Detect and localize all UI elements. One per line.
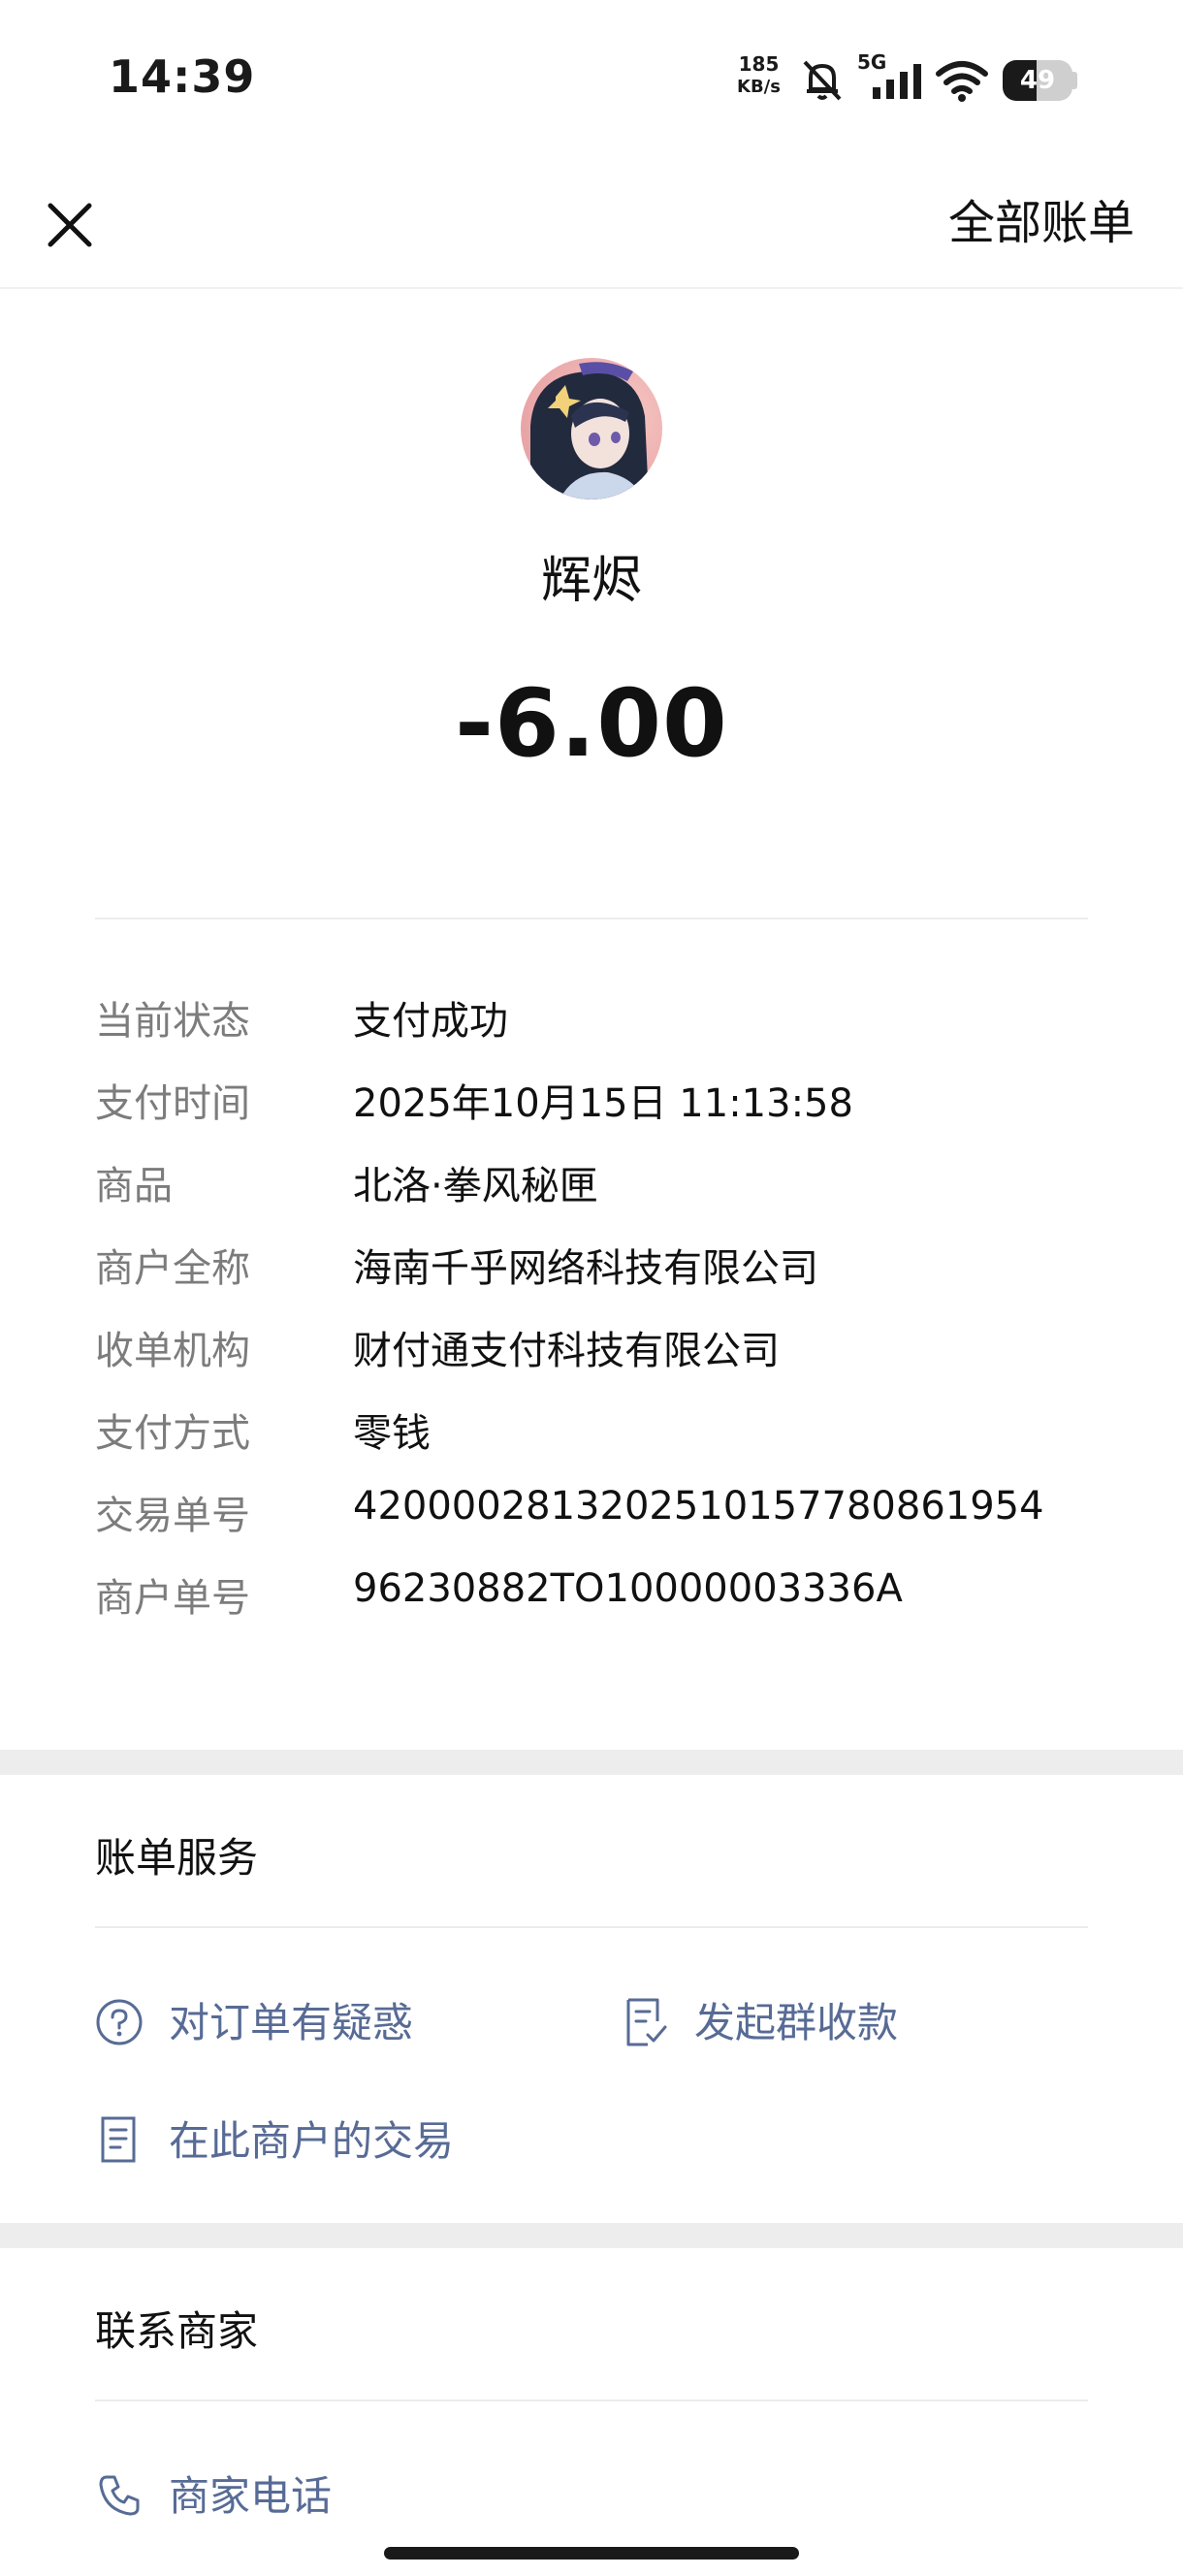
home-indicator[interactable] [384, 2547, 799, 2560]
service-merchant-transactions[interactable]: 在此商户的交易 [95, 2109, 638, 2171]
merchant-phone-link[interactable]: 商家电话 [95, 2463, 580, 2526]
divider [95, 1926, 1088, 1928]
detail-label: 支付方式 [95, 1411, 250, 1456]
detail-row-status: 当前状态 支付成功 [95, 989, 1088, 1072]
section-separator [0, 2223, 1183, 2248]
detail-row-merchant: 商户全称 海南千乎网络科技有限公司 [95, 1237, 1088, 1319]
detail-value: 零钱 [353, 1411, 431, 1456]
detail-row-merchant-order-id: 商户单号 96230882TO10000003336A [95, 1566, 1088, 1649]
network-speed-value: 185 [738, 52, 780, 76]
network-speed-unit: KB/s [737, 77, 781, 97]
battery-tip [1072, 72, 1077, 89]
detail-label: 商户单号 [95, 1576, 250, 1621]
service-label: 在此商户的交易 [169, 2117, 455, 2165]
signal-icon [873, 64, 921, 99]
battery-icon: 49 [1003, 60, 1072, 101]
transaction-details: 当前状态 支付成功 支付时间 2025年10月15日 11:13:58 商品 北… [95, 989, 1088, 1649]
bill-services-title: 账单服务 [95, 1834, 259, 1882]
top-bar: 全部账单 [0, 155, 1183, 289]
close-button[interactable] [35, 190, 105, 260]
service-question-order[interactable]: 对订单有疑惑 [95, 1990, 599, 2052]
detail-row-transaction-id: 交易单号 4200002813202510157780861954 [95, 1484, 1088, 1566]
detail-value: 支付成功 [353, 999, 508, 1044]
detail-label: 交易单号 [95, 1494, 250, 1538]
service-label: 发起群收款 [694, 1999, 899, 2046]
detail-value: 海南千乎网络科技有限公司 [353, 1246, 818, 1291]
battery-level: 49 [1019, 66, 1056, 95]
service-group-collect[interactable]: 发起群收款 [624, 1990, 1088, 2052]
detail-label: 当前状态 [95, 999, 250, 1044]
detail-value[interactable]: 96230882TO10000003336A [353, 1566, 903, 1611]
status-time: 14:39 [109, 50, 256, 103]
payee-avatar [521, 358, 662, 499]
mute-bell-icon [803, 60, 842, 101]
service-label: 商家电话 [169, 2472, 333, 2520]
divider [95, 918, 1088, 919]
all-bills-link[interactable]: 全部账单 [948, 184, 1135, 252]
detail-label: 商品 [95, 1164, 173, 1208]
detail-value: 2025年10月15日 11:13:58 [353, 1081, 853, 1126]
section-separator [0, 1750, 1183, 1775]
detail-value: 财付通支付科技有限公司 [353, 1329, 780, 1373]
document-list-icon [101, 2116, 136, 2163]
payee-name: 辉烬 [540, 552, 642, 610]
detail-value: 北洛·拳风秘匣 [353, 1164, 598, 1208]
detail-label: 商户全称 [95, 1246, 250, 1291]
detail-row-acquirer: 收单机构 财付通支付科技有限公司 [95, 1319, 1088, 1401]
detail-row-product: 商品 北洛·拳风秘匣 [95, 1154, 1088, 1237]
question-circle-icon [96, 1999, 143, 2045]
contact-merchant-title: 联系商家 [95, 2307, 259, 2355]
payment-amount: -6.00 [455, 669, 728, 778]
detail-value[interactable]: 4200002813202510157780861954 [353, 1484, 1044, 1529]
detail-row-pay-method: 支付方式 零钱 [95, 1401, 1088, 1484]
status-bar: 14:39 185 KB/s 5G 49 [0, 0, 1183, 155]
network-speed: 185 KB/s [737, 52, 781, 99]
detail-label: 收单机构 [95, 1329, 250, 1373]
service-label: 对订单有疑惑 [169, 1999, 414, 2046]
divider [95, 2399, 1088, 2401]
detail-row-pay-time: 支付时间 2025年10月15日 11:13:58 [95, 1072, 1088, 1154]
detail-label: 支付时间 [95, 1081, 250, 1126]
close-icon [48, 203, 92, 247]
group-collect-icon [626, 1998, 667, 2046]
wifi-icon [936, 61, 988, 102]
phone-icon [99, 2475, 140, 2516]
